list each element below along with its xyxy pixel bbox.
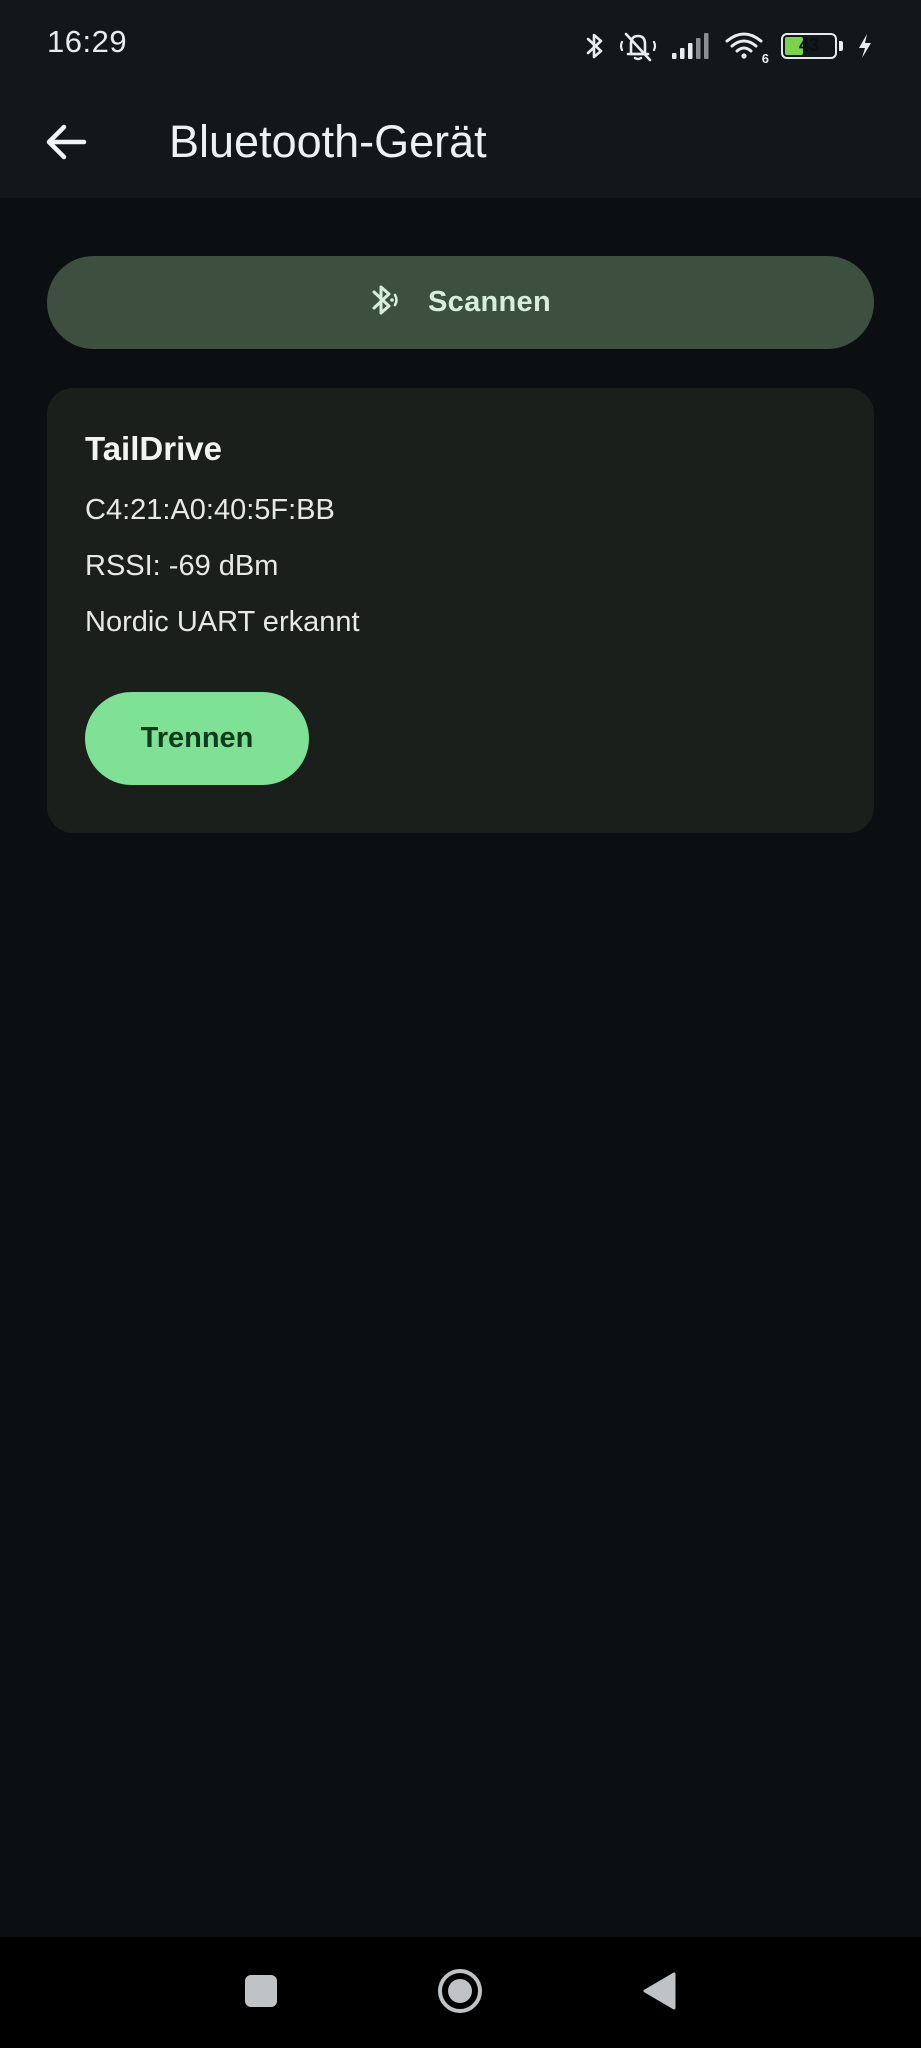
home-icon	[436, 1967, 484, 2020]
status-bar: 16:29 6 43	[0, 0, 921, 90]
wifi-icon: 6	[725, 30, 769, 66]
screen: 16:29 6 43 Bluetooth-Gerät Scannen TailD…	[0, 0, 921, 2048]
muted-notifications-icon	[619, 30, 657, 62]
device-name: TailDrive	[85, 430, 222, 467]
scan-button-label: Scannen	[428, 286, 551, 318]
device-mac-address: C4:21:A0:40:5F:BB	[85, 494, 335, 526]
status-icons: 6 43	[585, 26, 873, 66]
arrow-back-icon	[44, 122, 88, 167]
disconnect-button-label: Trennen	[140, 722, 254, 754]
page-title: Bluetooth-Gerät	[169, 116, 487, 167]
device-uart-status: Nordic UART erkannt	[85, 606, 360, 638]
system-nav-bar	[0, 1937, 921, 2048]
wifi-badge: 6	[761, 51, 769, 66]
device-rssi: RSSI: -69 dBm	[85, 550, 279, 582]
bluetooth-icon	[585, 30, 605, 62]
battery-icon: 43	[781, 33, 837, 59]
device-card: TailDrive C4:21:A0:40:5F:BB RSSI: -69 dB…	[47, 388, 874, 833]
back-icon	[641, 1971, 677, 2016]
nav-home-button[interactable]	[430, 1963, 490, 2023]
charging-icon	[857, 32, 873, 60]
status-time: 16:29	[47, 24, 128, 59]
battery-cap	[839, 41, 843, 51]
app-bar: Bluetooth-Gerät	[0, 90, 921, 198]
disconnect-button[interactable]: Trennen	[85, 692, 309, 785]
nav-recents-button[interactable]	[231, 1963, 291, 2023]
battery-level: 43	[798, 35, 820, 55]
signal-icon	[671, 31, 711, 61]
scan-button[interactable]: Scannen	[47, 256, 874, 349]
nav-back-button[interactable]	[629, 1963, 689, 2023]
recents-icon	[244, 1974, 278, 2013]
back-button[interactable]	[34, 112, 98, 176]
bluetooth-searching-icon	[370, 280, 406, 325]
